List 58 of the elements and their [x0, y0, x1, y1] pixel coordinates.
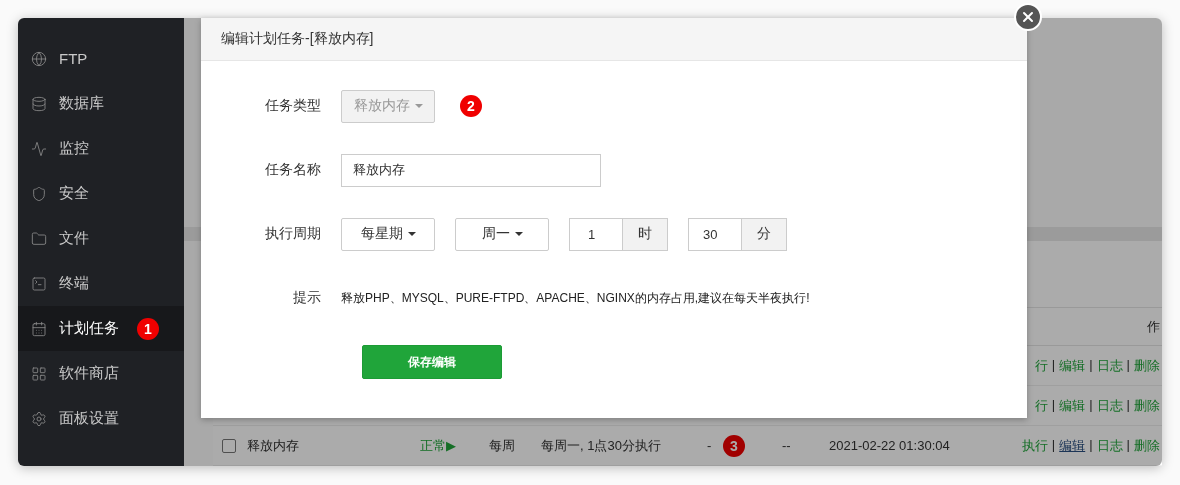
- number-badge: 1: [137, 317, 159, 340]
- table-cell-text: 2021-02-22 01:30:04: [829, 438, 951, 453]
- shield-icon: [31, 185, 47, 202]
- dialog-title: 编辑计划任务-[释放内存]: [221, 30, 374, 48]
- caret-icon: [414, 104, 423, 108]
- grid-icon: [31, 365, 47, 382]
- table-cell-text: 释放内存: [247, 436, 300, 455]
- sidebar-item[interactable]: 文件: [18, 216, 184, 261]
- sidebar-item[interactable]: 软件商店: [18, 351, 184, 396]
- number-badge: 2: [460, 95, 482, 117]
- sidebar-item[interactable]: 终端: [18, 261, 184, 306]
- field-label: 任务名称: [264, 161, 322, 179]
- column-header: 作: [1147, 317, 1160, 336]
- separator: |: [1051, 356, 1056, 374]
- separator: |: [1089, 436, 1093, 454]
- input-field[interactable]: 释放内存: [341, 153, 601, 187]
- close-icon: [1020, 9, 1036, 25]
- separator: |: [1126, 396, 1130, 414]
- database-icon: [31, 95, 47, 112]
- caret-icon: [407, 232, 416, 236]
- separator: |: [1089, 356, 1093, 374]
- weekday-select[interactable]: 周一: [455, 217, 549, 251]
- minute-field[interactable]: 30: [688, 217, 742, 251]
- terminal-icon: [31, 275, 47, 292]
- table-cell-text: --: [782, 438, 792, 453]
- caret-icon: [514, 232, 523, 236]
- folder-icon: [31, 230, 47, 247]
- sidebar-item[interactable]: 数据库: [18, 81, 184, 126]
- hour-field[interactable]: 1: [569, 217, 623, 251]
- calendar-icon: [31, 320, 47, 337]
- sidebar-item[interactable]: 面板设置: [18, 396, 184, 441]
- table-cell-text: -: [707, 438, 713, 453]
- field-label: 提示: [292, 289, 322, 307]
- cycle-select[interactable]: 每星期: [341, 217, 435, 251]
- separator: |: [1089, 396, 1093, 414]
- number-badge: 3: [723, 434, 745, 457]
- separator: |: [1126, 436, 1130, 454]
- unit-label: 时: [623, 217, 668, 251]
- table-cell-text: 每周: [489, 436, 516, 455]
- sidebar-item[interactable]: 安全: [18, 171, 184, 216]
- status-cell-text: 正常▶: [420, 436, 457, 455]
- separator: |: [1051, 436, 1056, 454]
- separator: |: [1051, 396, 1056, 414]
- field-label: 执行周期: [264, 225, 322, 243]
- table-cell-text: 每周一, 1点30分执行: [541, 436, 662, 455]
- separator: |: [1126, 356, 1130, 374]
- sidebar-item[interactable]: FTP: [18, 36, 184, 81]
- gear-icon: [31, 410, 47, 427]
- unit-label: 分: [742, 217, 787, 251]
- checkbox[interactable]: [222, 438, 236, 453]
- sidebar-item[interactable]: 计划任务 1: [18, 306, 184, 351]
- globe-icon: [31, 50, 47, 67]
- action-link[interactable]: 编辑: [1059, 436, 1086, 455]
- hint-text: 释放PHP、MYSQL、PURE-FTPD、APACHE、NGINX的内存占用,建议在每天半夜执行!: [341, 289, 810, 307]
- close-button[interactable]: [1014, 3, 1042, 31]
- sidebar-item[interactable]: 监控: [18, 126, 184, 171]
- field-label: 任务类型: [264, 97, 322, 115]
- chart-icon: [31, 140, 47, 157]
